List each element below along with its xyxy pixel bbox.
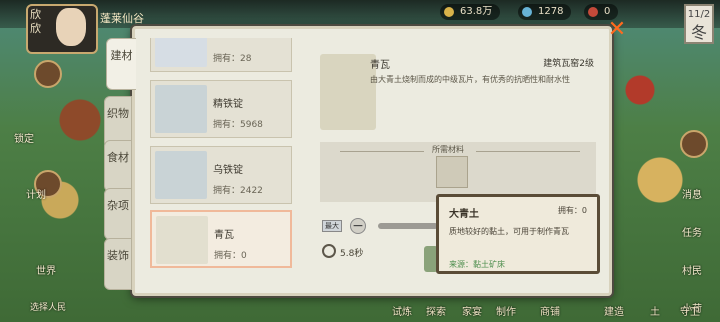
season-date: 11/2: [687, 9, 711, 20]
coin-icon: [444, 7, 454, 17]
craft-timer: 5.8秒: [322, 244, 364, 259]
tab-label: 建材: [110, 49, 133, 62]
bottom-tab-1[interactable]: 探索: [426, 303, 446, 318]
side-label-2: 计划: [26, 190, 46, 201]
material-slot-clay[interactable]: [436, 156, 468, 188]
divider: [340, 151, 424, 152]
side-label-4: 选择人民: [30, 303, 67, 313]
detail-requirement: 建筑瓦窑2级: [543, 59, 594, 69]
tab-label: 装饰: [107, 249, 129, 262]
tooltip-description: 质地较好的黏土，可用于制作青瓦: [449, 227, 569, 236]
tab-decoration[interactable]: 装饰: [104, 238, 132, 290]
detail-description: 由大青土烧制而成的中级瓦片，有优秀的抗晒性和耐水性: [370, 75, 570, 84]
item-owned: 拥有：28: [213, 54, 252, 64]
lock-icon[interactable]: [34, 60, 62, 88]
tooltip-owned: 拥有：0: [557, 206, 587, 215]
gems-value: 1278: [538, 6, 564, 17]
right-label-2: 村民: [682, 266, 702, 277]
bottom-tab-3[interactable]: 制作: [496, 303, 516, 318]
tooltip-source: 来源：黏土矿床: [449, 260, 505, 269]
player-status-text: 欣欣: [30, 8, 41, 35]
item-owned: 拥有：0: [214, 251, 247, 261]
token-icon: [588, 7, 598, 17]
minus-icon[interactable]: −: [350, 218, 366, 234]
coins-value: 63.8万: [460, 6, 493, 17]
item-list[interactable]: 拥有：28 精铁锭 拥有：5968 乌铁锭 拥有：2422 青瓦 拥有：0: [146, 38, 296, 274]
bottom-tab-7[interactable]: 守卫: [680, 303, 700, 318]
item-owned: 拥有：2422: [213, 186, 263, 196]
season-indicator[interactable]: 11/2 冬: [684, 4, 714, 44]
right-label-0: 消息: [682, 190, 702, 201]
item-name: 乌铁锭: [213, 165, 243, 176]
tokens-value: 0: [604, 6, 611, 17]
quantity-slider[interactable]: [378, 223, 438, 229]
close-icon[interactable]: ✕: [606, 19, 628, 42]
tab-misc[interactable]: 杂项: [104, 188, 132, 240]
item-owned: 拥有：5968: [213, 120, 263, 130]
gold-ingot-icon: [155, 38, 207, 67]
tab-ingredients[interactable]: 食材: [104, 140, 132, 192]
season-name: 冬: [690, 23, 707, 42]
clock-icon: [322, 244, 336, 258]
bottom-tab-4[interactable]: 商铺: [540, 303, 560, 318]
bottom-tab-0[interactable]: 试炼: [392, 303, 412, 318]
max-quantity-badge[interactable]: 最大: [322, 220, 342, 232]
item-name: 精铁锭: [213, 99, 243, 110]
tooltip-name: 大青土: [449, 209, 479, 220]
tab-label: 织物: [107, 107, 129, 120]
bottom-tab-5[interactable]: 建造: [604, 303, 624, 318]
black-iron-ingot-icon: [155, 151, 207, 199]
player-name: 蓬莱仙谷: [100, 12, 144, 25]
message-icon[interactable]: [680, 130, 708, 158]
gem-icon: [522, 7, 532, 17]
detail-name: 青瓦: [370, 60, 390, 71]
materials-title: 所需材料: [432, 145, 464, 154]
divider: [476, 151, 580, 152]
coins-counter[interactable]: 63.8万: [440, 4, 501, 20]
bottom-tab-6[interactable]: 土: [650, 303, 660, 318]
bottom-tab-2[interactable]: 家宴: [462, 303, 482, 318]
gems-counter[interactable]: 1278: [518, 4, 572, 20]
tab-label: 食材: [107, 151, 129, 164]
material-tooltip: 大青土 拥有：0 质地较好的黏土，可用于制作青瓦 来源：黏土矿床: [436, 194, 600, 274]
side-label-0: 锁定: [14, 134, 34, 145]
refined-iron-ingot-icon: [155, 85, 207, 133]
list-item[interactable]: 精铁锭 拥有：5968: [150, 80, 292, 138]
tab-building-materials[interactable]: 建材: [106, 38, 136, 90]
item-name: 青瓦: [214, 230, 234, 241]
blue-tile-icon: [156, 216, 208, 264]
avatar: [56, 8, 86, 46]
blue-tile-large-icon: [320, 54, 376, 130]
list-item[interactable]: 青瓦 拥有：0: [150, 210, 292, 268]
list-item[interactable]: 乌铁锭 拥有：2422: [150, 146, 292, 204]
tab-label: 杂项: [107, 199, 129, 212]
list-item[interactable]: 拥有：28: [150, 38, 292, 72]
side-label-3: 世界: [36, 266, 56, 277]
timer-value: 5.8秒: [340, 249, 364, 259]
right-label-1: 任务: [682, 228, 702, 239]
